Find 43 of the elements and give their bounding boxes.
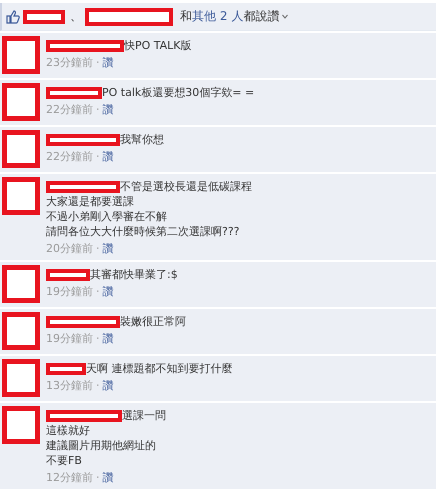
comment-text: 這樣就好 建議圖片用期他網址的 不要FB <box>46 423 157 468</box>
comment-text: 不管是選校長還是低碳課程 <box>120 179 252 194</box>
others-link[interactable]: 其他 2 人 <box>192 8 244 25</box>
likes-text: 和其他 2 人都說讚 <box>180 8 280 25</box>
comment-time: 20分鐘前 <box>46 241 93 256</box>
comment-text: PO talk板還要想30個字欸= = <box>102 85 254 100</box>
separator-dot: · <box>96 102 100 117</box>
separator-dot: · <box>96 241 100 256</box>
comment-time: 22分鐘前 <box>46 102 93 117</box>
comment-text: 天啊 連標題都不知到要打什麼 <box>86 361 232 376</box>
separator-dot: · <box>96 470 100 485</box>
redaction-mark <box>46 86 102 98</box>
separator-dot: · <box>96 378 100 393</box>
comment-text: 其審都快畢業了:$ <box>90 267 178 282</box>
like-link[interactable]: 讚 <box>102 241 114 256</box>
separator-dot: · <box>96 55 100 70</box>
comment-time: 23分鐘前 <box>46 55 93 70</box>
comment-time: 22分鐘前 <box>46 149 93 164</box>
separator-dot: · <box>96 149 100 164</box>
thumbs-up-icon <box>6 10 20 24</box>
like-link[interactable]: 讚 <box>102 331 114 346</box>
comment-time: 19分鐘前 <box>46 284 93 299</box>
redaction-mark <box>46 362 86 374</box>
comment-time: 12分鐘前 <box>46 470 93 485</box>
separator-dot: · <box>96 284 100 299</box>
like-link[interactable]: 讚 <box>102 470 114 485</box>
comment-text: 選課一問 <box>122 408 166 423</box>
like-link[interactable]: 讚 <box>102 284 114 299</box>
redaction-mark <box>46 268 90 280</box>
comment-time: 13分鐘前 <box>46 378 93 393</box>
comment-time: 19分鐘前 <box>46 331 93 346</box>
like-link[interactable]: 讚 <box>102 378 114 393</box>
comment-text: 快PO TALK版 <box>124 38 192 53</box>
like-link[interactable]: 讚 <box>102 102 114 117</box>
like-link[interactable]: 讚 <box>102 149 114 164</box>
comment-text: 大家還是都要選課 不過小弟剛入學審在不解 請問各位大大什麼時候第二次選課啊??? <box>46 194 241 239</box>
redaction-mark <box>23 10 65 24</box>
comment-text: 裝嫩很正常阿 <box>120 314 186 329</box>
caret-icon[interactable] <box>282 14 288 19</box>
likes-text: 、 <box>70 8 82 25</box>
separator-dot: · <box>96 331 100 346</box>
like-link[interactable]: 讚 <box>102 55 114 70</box>
comment-text: 我幫你想 <box>120 132 164 147</box>
